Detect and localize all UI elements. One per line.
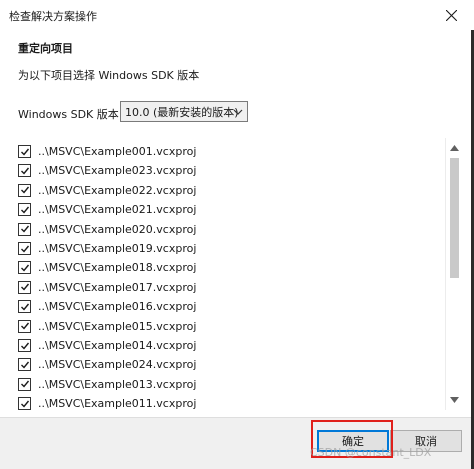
project-checkbox[interactable] — [18, 145, 31, 158]
project-row[interactable]: ..\MSVC\Example021.vcxproj — [18, 200, 438, 219]
project-row[interactable]: ..\MSVC\Example024.vcxproj — [18, 355, 438, 374]
project-row[interactable]: ..\MSVC\Example015.vcxproj — [18, 317, 438, 336]
close-icon — [445, 9, 457, 21]
project-checkbox[interactable] — [18, 377, 31, 391]
checkmark-icon — [20, 225, 29, 233]
project-row[interactable]: ..\MSVC\Example016.vcxproj — [18, 297, 438, 316]
project-label: ..\MSVC\Example015.vcxproj — [38, 319, 197, 333]
checkmark-icon — [20, 361, 29, 369]
checkmark-icon — [20, 380, 29, 388]
project-checkbox[interactable] — [18, 242, 31, 255]
project-checkbox[interactable] — [18, 280, 31, 294]
project-row[interactable]: ..\MSVC\Example017.vcxproj — [18, 278, 438, 297]
checkmark-icon — [20, 400, 29, 408]
dialog-footer: 确定 取消 — [0, 417, 474, 469]
instruction-text: 为以下项目选择 Windows SDK 版本 — [18, 69, 200, 82]
checkmark-icon — [20, 206, 29, 214]
chevron-down-icon — [233, 109, 243, 115]
close-button[interactable] — [428, 0, 474, 30]
project-label: ..\MSVC\Example019.vcxproj — [38, 242, 197, 255]
title-bar: 检查解决方案操作 — [0, 0, 474, 30]
project-checkbox[interactable] — [18, 319, 31, 333]
chevron-down-icon — [450, 397, 459, 403]
project-label: ..\MSVC\Example013.vcxproj — [38, 377, 197, 391]
project-row[interactable]: ..\MSVC\Example018.vcxproj — [18, 258, 438, 277]
project-row[interactable]: ..\MSVC\Example014.vcxproj — [18, 336, 438, 355]
sdk-version-select[interactable]: 10.0 (最新安装的版本) — [120, 101, 248, 122]
project-row[interactable]: ..\MSVC\Example001.vcxproj — [18, 142, 438, 161]
project-label: ..\MSVC\Example021.vcxproj — [38, 203, 197, 217]
project-row[interactable]: ..\MSVC\Example020.vcxproj — [18, 220, 438, 239]
project-row[interactable]: ..\MSVC\Example011.vcxproj — [18, 394, 438, 410]
project-label: ..\MSVC\Example023.vcxproj — [38, 164, 197, 178]
project-checkbox[interactable] — [18, 164, 31, 178]
project-label: ..\MSVC\Example016.vcxproj — [38, 300, 197, 314]
checkmark-icon — [20, 167, 29, 175]
sdk-version-value: 10.0 (最新安装的版本) — [125, 105, 239, 119]
project-checkbox[interactable] — [18, 261, 31, 275]
project-checkbox[interactable] — [18, 339, 31, 352]
checkmark-icon — [20, 186, 29, 194]
scroll-thumb[interactable] — [450, 158, 459, 278]
watermark: CSDN @constant_LDX — [310, 446, 432, 459]
sdk-version-label: Windows SDK 版本: — [18, 108, 123, 121]
project-label: ..\MSVC\Example024.vcxproj — [38, 358, 197, 372]
scroll-up-button[interactable] — [446, 140, 462, 156]
project-label: ..\MSVC\Example014.vcxproj — [38, 339, 197, 352]
project-label: ..\MSVC\Example011.vcxproj — [38, 397, 197, 410]
project-label: ..\MSVC\Example017.vcxproj — [38, 280, 197, 294]
checkmark-icon — [20, 148, 29, 156]
window-title: 检查解决方案操作 — [9, 10, 97, 23]
checkmark-icon — [20, 342, 29, 350]
project-checkbox[interactable] — [18, 397, 31, 410]
list-scrollbar[interactable] — [445, 138, 462, 410]
scroll-down-button[interactable] — [446, 392, 462, 408]
project-checkbox[interactable] — [18, 222, 31, 236]
project-checkbox[interactable] — [18, 300, 31, 314]
project-row[interactable]: ..\MSVC\Example013.vcxproj — [18, 375, 438, 394]
project-checkbox[interactable] — [18, 358, 31, 372]
checkmark-icon — [20, 245, 29, 253]
project-checkbox[interactable] — [18, 183, 31, 197]
checkmark-icon — [20, 283, 29, 291]
project-label: ..\MSVC\Example020.vcxproj — [38, 222, 197, 236]
project-label: ..\MSVC\Example001.vcxproj — [38, 145, 197, 158]
project-list[interactable]: ..\MSVC\Example011.vcxproj ..\MSVC\Exampl… — [12, 138, 462, 410]
project-row[interactable]: ..\MSVC\Example023.vcxproj — [18, 161, 438, 180]
checkmark-icon — [20, 322, 29, 330]
project-label: ..\MSVC\Example022.vcxproj — [38, 183, 197, 197]
checkmark-icon — [20, 264, 29, 272]
project-checkbox[interactable] — [18, 203, 31, 217]
project-row[interactable]: ..\MSVC\Example019.vcxproj — [18, 239, 438, 258]
checkmark-icon — [20, 303, 29, 311]
chevron-up-icon — [450, 145, 459, 151]
project-label: ..\MSVC\Example018.vcxproj — [38, 261, 197, 275]
section-title: 重定向项目 — [18, 42, 73, 55]
project-row[interactable]: ..\MSVC\Example022.vcxproj — [18, 181, 438, 200]
dialog-window: 检查解决方案操作 重定向项目 为以下项目选择 Windows SDK 版本 Wi… — [0, 0, 474, 469]
